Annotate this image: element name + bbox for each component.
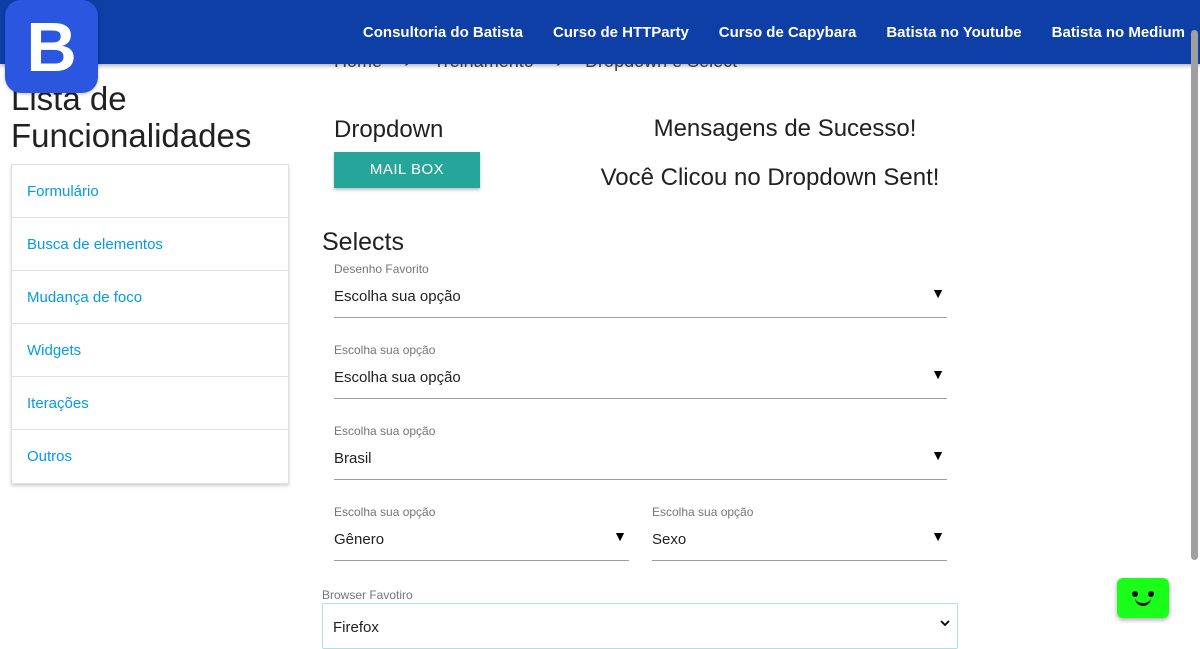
pais-label: Escolha sua opção bbox=[334, 424, 436, 438]
genero-value: Gênero bbox=[334, 531, 385, 548]
nav-link-httparty[interactable]: Curso de HTTParty bbox=[553, 24, 689, 41]
pais-value: Brasil bbox=[334, 450, 372, 467]
selects-title: Selects bbox=[322, 228, 404, 256]
select-2-label: Escolha sua opção bbox=[334, 343, 436, 357]
sidebar-item-busca-de-elementos[interactable]: Busca de elementos bbox=[12, 218, 288, 271]
caret-down-icon: ▼ bbox=[931, 447, 945, 463]
chevron-down-icon bbox=[940, 620, 950, 627]
sidebar-item-mudanca-de-foco[interactable]: Mudança de foco bbox=[12, 271, 288, 324]
sidebar-item-outros[interactable]: Outros bbox=[12, 430, 288, 483]
desenho-favorito-label: Desenho Favorito bbox=[334, 262, 429, 276]
page-scrollbar[interactable] bbox=[1191, 30, 1198, 560]
caret-down-icon: ▼ bbox=[931, 366, 945, 382]
genero-select[interactable]: Gênero ▼ bbox=[334, 521, 629, 561]
dropdown-title: Dropdown bbox=[334, 116, 444, 143]
nav-links: Consultoria do Batista Curso de HTTParty… bbox=[333, 0, 1185, 64]
nav-link-medium[interactable]: Batista no Medium bbox=[1052, 24, 1185, 41]
caret-down-icon: ▼ bbox=[613, 528, 627, 544]
sidebar-item-formulario[interactable]: Formulário bbox=[12, 165, 288, 218]
sexo-value: Sexo bbox=[652, 531, 687, 548]
sexo-label: Escolha sua opção bbox=[652, 505, 754, 519]
success-message: Você Clicou no Dropdown Sent! bbox=[600, 164, 940, 191]
brand-logo-letter: B bbox=[26, 7, 77, 86]
select-2[interactable]: Escolha sua opção ▼ bbox=[334, 359, 947, 399]
genero-label: Escolha sua opção bbox=[334, 505, 436, 519]
success-title: Mensagens de Sucesso! bbox=[653, 115, 917, 142]
nav-link-capybara[interactable]: Curso de Capybara bbox=[719, 24, 857, 41]
sidebar-item-widgets[interactable]: Widgets bbox=[12, 324, 288, 377]
mail-box-button[interactable]: MAIL BOX bbox=[334, 152, 480, 188]
nav-link-consultoria[interactable]: Consultoria do Batista bbox=[363, 24, 523, 41]
pais-select[interactable]: Brasil ▼ bbox=[334, 440, 947, 480]
chat-widget-smile-icon bbox=[1135, 598, 1151, 606]
brand-logo[interactable]: B bbox=[5, 0, 98, 93]
caret-down-icon: ▼ bbox=[931, 285, 945, 301]
caret-down-icon: ▼ bbox=[931, 528, 945, 544]
browser-favorito-label: Browser Favotiro bbox=[322, 588, 413, 602]
desenho-favorito-select[interactable]: Escolha sua opção ▼ bbox=[334, 278, 947, 318]
desenho-favorito-value: Escolha sua opção bbox=[334, 288, 461, 305]
browser-favorito-select[interactable]: Firefox bbox=[322, 603, 958, 649]
top-navbar: Consultoria do Batista Curso de HTTParty… bbox=[0, 0, 1200, 64]
chat-widget-right-eye-icon bbox=[1148, 591, 1154, 597]
sidebar-list: Formulário Busca de elementos Mudança de… bbox=[11, 164, 289, 484]
select-2-value: Escolha sua opção bbox=[334, 369, 461, 386]
chat-widget-left-eye-icon bbox=[1132, 591, 1138, 597]
nav-link-youtube[interactable]: Batista no Youtube bbox=[886, 24, 1021, 41]
sidebar-title-line2: Funcionalidades bbox=[11, 117, 252, 154]
sexo-select[interactable]: Sexo ▼ bbox=[652, 521, 947, 561]
browser-favorito-value: Firefox bbox=[333, 619, 379, 636]
chat-widget-button[interactable] bbox=[1117, 578, 1169, 618]
sidebar-item-iteracoes[interactable]: Iterações bbox=[12, 377, 288, 430]
